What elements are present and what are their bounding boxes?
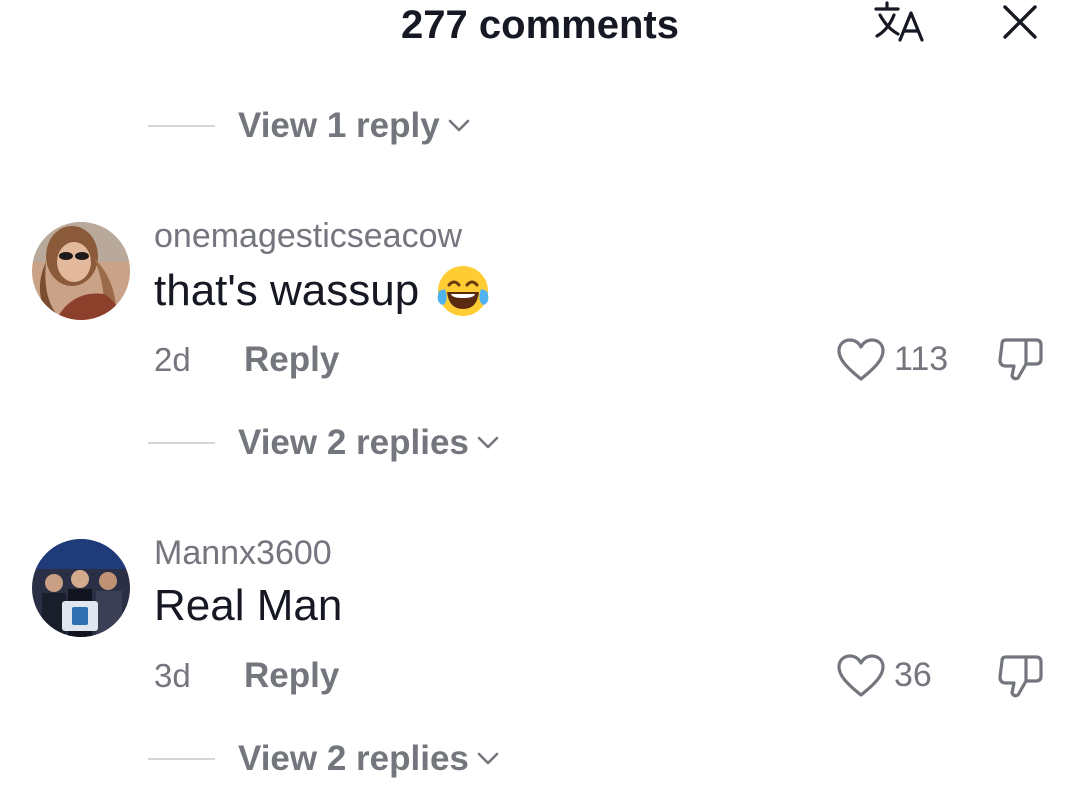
comment-time: 2d [154,341,191,378]
comment-username[interactable]: onemagesticseacow [154,216,462,256]
like-count: 36 [894,656,932,694]
chevron-down-icon [448,119,470,132]
laughing-tears-emoji-icon [437,266,489,316]
view-replies-link[interactable]: View 2 replies [148,423,499,463]
view-replies-label: View 2 replies [238,739,469,778]
close-icon[interactable] [1000,2,1040,42]
chevron-down-icon [477,752,499,765]
like-count: 113 [894,340,949,378]
comment-username[interactable]: Mannx3600 [154,533,332,573]
chevron-down-icon [477,436,499,449]
heart-icon[interactable] [836,653,886,699]
comment-body: that's wassup [154,266,420,315]
view-replies-link[interactable]: View 2 replies [148,739,499,779]
thumbs-down-icon[interactable] [996,651,1046,701]
view-replies-label: View 1 reply [238,106,440,145]
reply-divider-line [148,758,215,760]
reply-divider-line [148,442,215,444]
view-replies-link[interactable]: View 1 reply [148,106,470,146]
comment-body: Real Man [154,581,343,630]
avatar[interactable] [32,222,130,320]
heart-icon[interactable] [836,337,886,383]
comment-text: that's wassup [154,263,491,319]
reply-button[interactable]: Reply [244,340,339,380]
translate-icon[interactable] [872,0,928,46]
thumbs-down-icon[interactable] [996,334,1046,384]
comment-text: Real Man [154,580,342,632]
avatar[interactable] [32,539,130,637]
reply-button[interactable]: Reply [244,656,339,696]
comment-time: 3d [154,657,191,694]
reply-divider-line [148,125,215,127]
view-replies-label: View 2 replies [238,423,469,462]
